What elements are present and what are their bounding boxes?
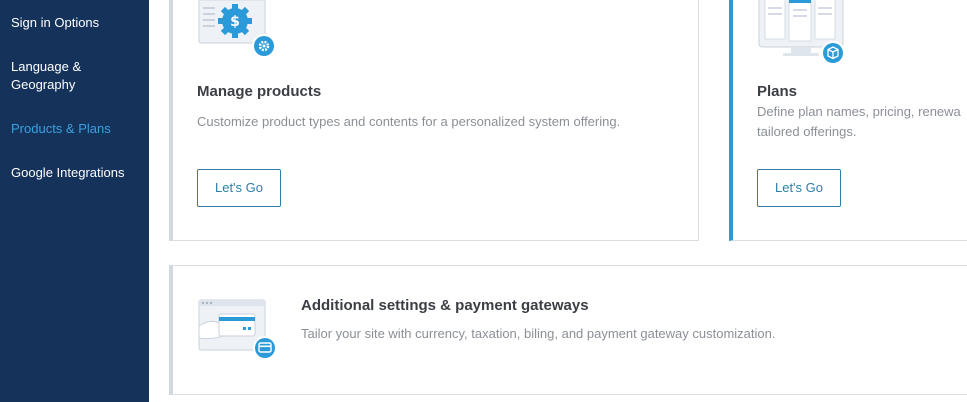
manage-products-card: $ Manage products Customize product type… [169, 0, 699, 241]
card-payment-icon [198, 299, 277, 360]
manage-products-title: Manage products [197, 83, 322, 100]
plans-lets-go-button[interactable]: Let's Go [757, 169, 841, 207]
additional-settings-card: Additional settings & payment gateways T… [169, 265, 967, 395]
plans-description: Define plan names, pricing, renewa tailo… [757, 104, 961, 139]
plans-card: Plans Define plan names, pricing, renewa… [729, 0, 967, 241]
svg-text:$: $ [230, 14, 240, 30]
sidebar-item-language-geography[interactable]: Language & Geography [11, 58, 141, 94]
manage-products-description: Customize product types and contents for… [197, 114, 621, 129]
sidebar-item-sign-in-options[interactable]: Sign in Options [11, 14, 141, 32]
manage-products-lets-go-button[interactable]: Let's Go [197, 169, 281, 207]
plans-title: Plans [757, 83, 798, 100]
sidebar-item-products-plans[interactable]: Products & Plans [11, 120, 141, 138]
main-content: $ Manage products Customize product type… [149, 0, 967, 402]
dollar-gear-icon: $ [198, 0, 276, 58]
sidebar-item-google-integrations[interactable]: Google Integrations [11, 164, 141, 182]
additional-settings-title: Additional settings & payment gateways [301, 297, 589, 314]
additional-settings-description: Tailor your site with currency, taxation… [301, 326, 776, 341]
monitor-plans-icon [758, 0, 845, 65]
sidebar: Sign in Options Language & Geography Pro… [0, 0, 149, 402]
